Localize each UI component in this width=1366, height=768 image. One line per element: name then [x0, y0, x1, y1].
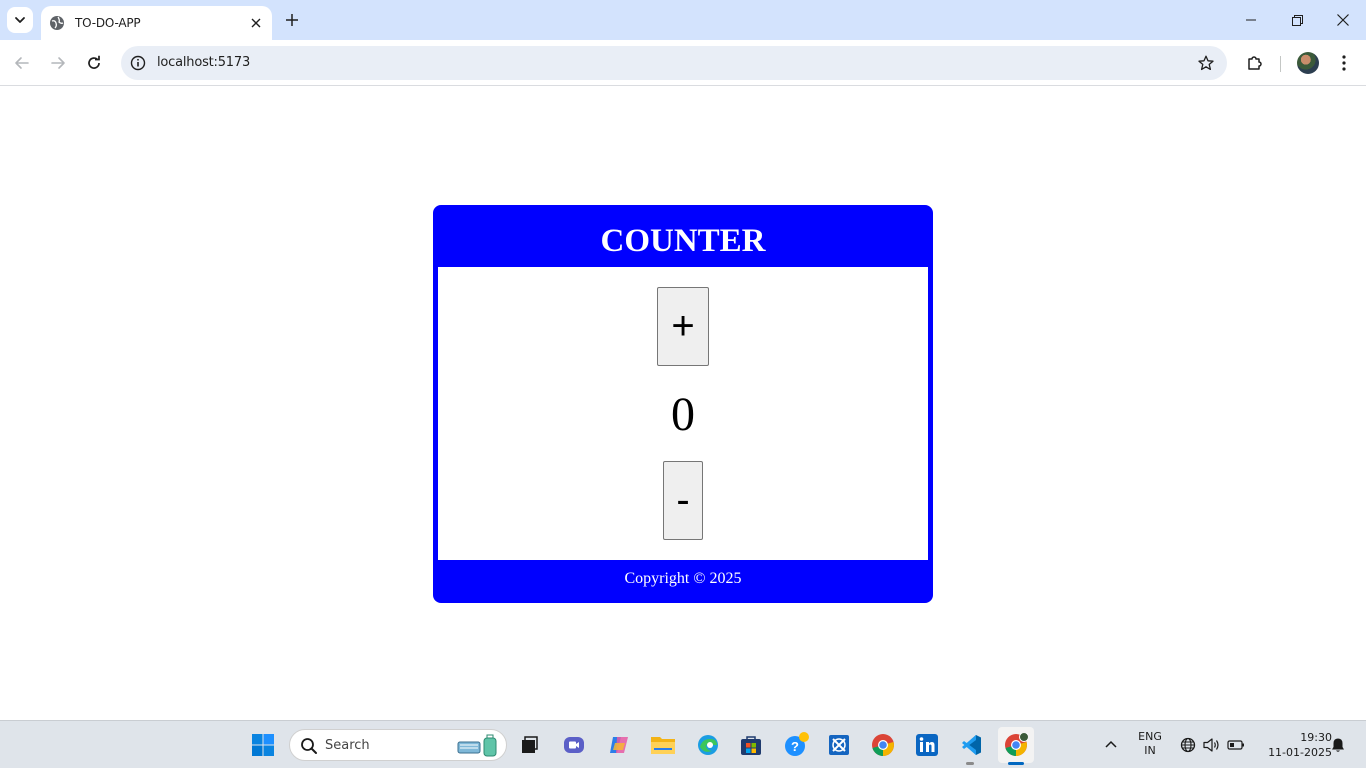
url-text[interactable]: localhost:5173	[157, 55, 250, 70]
tab-title: TO-DO-APP	[75, 16, 141, 30]
more-vert-icon	[1342, 55, 1346, 71]
teams-meet-icon[interactable]	[558, 729, 590, 761]
linkedin-icon[interactable]	[911, 729, 943, 761]
forward-button[interactable]	[46, 51, 70, 75]
svg-text:?: ?	[791, 739, 799, 754]
address-bar[interactable]: localhost:5173	[121, 46, 1227, 80]
tab-strip: TO-DO-APP	[0, 0, 1366, 40]
language-indicator[interactable]: ENG IN	[1132, 730, 1168, 758]
close-window-button[interactable]	[1320, 0, 1366, 40]
language-code: ENG	[1138, 730, 1162, 743]
chrome-active-indicator	[1008, 762, 1024, 765]
close-icon	[1337, 14, 1349, 26]
copyright-footer: Copyright © 2025	[624, 570, 742, 587]
tab-search-button[interactable]	[7, 7, 33, 33]
new-tab-button[interactable]	[282, 10, 302, 30]
chrome-icon[interactable]	[867, 729, 899, 761]
copilot-icon[interactable]	[603, 729, 635, 761]
notification-bell-icon[interactable]	[1326, 729, 1350, 761]
back-button[interactable]	[10, 51, 34, 75]
help-icon[interactable]: ?	[780, 729, 812, 761]
folder-icon[interactable]	[647, 729, 679, 761]
reload-icon	[88, 55, 100, 69]
region-code: IN	[1144, 744, 1156, 757]
counter-card: COUNTER + 0 - Copyright © 2025	[433, 205, 933, 603]
search-placeholder: Search	[325, 738, 370, 753]
page-title: COUNTER	[600, 223, 766, 259]
search-icon	[301, 738, 317, 754]
toolbar-divider	[1280, 56, 1281, 72]
increment-button[interactable]: +	[657, 287, 709, 366]
profile-avatar[interactable]	[1297, 52, 1319, 74]
vscode-running-indicator	[966, 762, 974, 765]
minimize-icon	[1246, 19, 1256, 21]
clock-date: 11-01-2025	[1268, 746, 1332, 759]
reload-button[interactable]	[82, 51, 106, 75]
arrow-right-icon	[51, 57, 65, 69]
taskbar: Search ? ENG IN 19:30 11-01-2025	[0, 720, 1366, 768]
browser-toolbar: localhost:5173	[0, 40, 1366, 86]
browser-tab[interactable]: TO-DO-APP	[41, 6, 272, 40]
volume-icon[interactable]	[1200, 729, 1224, 761]
remote-desktop-icon[interactable]	[823, 729, 855, 761]
extensions-button[interactable]	[1243, 51, 1267, 75]
close-tab-icon[interactable]	[248, 15, 264, 31]
arrow-left-icon	[15, 57, 29, 69]
counter-value: 0	[671, 388, 695, 441]
puzzle-icon	[1248, 56, 1262, 70]
restore-icon	[1291, 14, 1303, 26]
show-hidden-icons-button[interactable]	[1098, 729, 1124, 761]
counter-body: + 0 -	[438, 267, 928, 560]
minimize-button[interactable]	[1228, 0, 1274, 40]
store-icon[interactable]	[735, 729, 767, 761]
taskbar-search[interactable]: Search	[289, 729, 507, 761]
network-icon[interactable]	[1176, 729, 1200, 761]
chevron-down-icon	[15, 17, 25, 23]
edge-icon[interactable]	[692, 729, 724, 761]
restore-button[interactable]	[1274, 0, 1320, 40]
system-clock[interactable]: 19:30 11-01-2025	[1252, 730, 1332, 760]
chevron-up-icon	[1105, 740, 1117, 748]
site-info-icon[interactable]	[129, 54, 147, 72]
plus-icon	[286, 14, 298, 26]
task-view-icon[interactable]	[513, 729, 545, 761]
globe-icon	[50, 16, 64, 30]
bookmark-star-icon[interactable]	[1197, 54, 1215, 72]
start-icon[interactable]	[247, 729, 279, 761]
clock-time: 19:30	[1300, 731, 1332, 744]
chrome-profile-icon[interactable]	[998, 727, 1034, 763]
search-highlight-icon	[457, 734, 497, 757]
decrement-button[interactable]: -	[663, 461, 703, 540]
vscode-icon[interactable]	[955, 729, 987, 761]
battery-icon[interactable]	[1224, 729, 1248, 761]
chrome-menu-button[interactable]	[1332, 51, 1356, 75]
